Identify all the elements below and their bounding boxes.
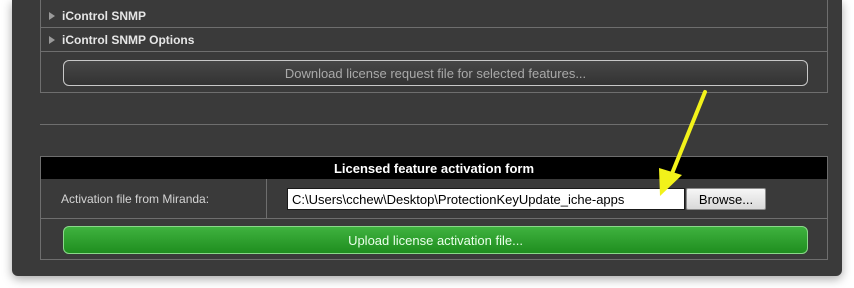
browse-button[interactable]: Browse... <box>686 188 766 210</box>
section-label: iControl SNMP Options <box>62 32 195 47</box>
activation-file-label: Activation file from Miranda: <box>41 179 267 218</box>
upload-activation-file-button[interactable]: Upload license activation file... <box>63 226 808 254</box>
activation-file-input[interactable] <box>287 188 685 210</box>
expand-triangle-icon <box>49 35 55 44</box>
divider <box>40 124 828 125</box>
expand-triangle-icon <box>49 11 55 20</box>
feature-options-panel: iControl SNMP iControl SNMP Options Down… <box>40 0 828 93</box>
activation-form: Licensed feature activation form Activat… <box>40 156 828 260</box>
activation-file-row: Activation file from Miranda: Browse... <box>41 179 827 219</box>
activation-form-title: Licensed feature activation form <box>41 157 827 179</box>
download-license-request-button[interactable]: Download license request file for select… <box>63 60 808 86</box>
section-icontrol-snmp[interactable]: iControl SNMP <box>41 4 827 28</box>
license-window: iControl SNMP iControl SNMP Options Down… <box>12 0 842 276</box>
section-icontrol-snmp-options[interactable]: iControl SNMP Options <box>41 28 827 52</box>
section-label: iControl SNMP <box>62 8 146 23</box>
